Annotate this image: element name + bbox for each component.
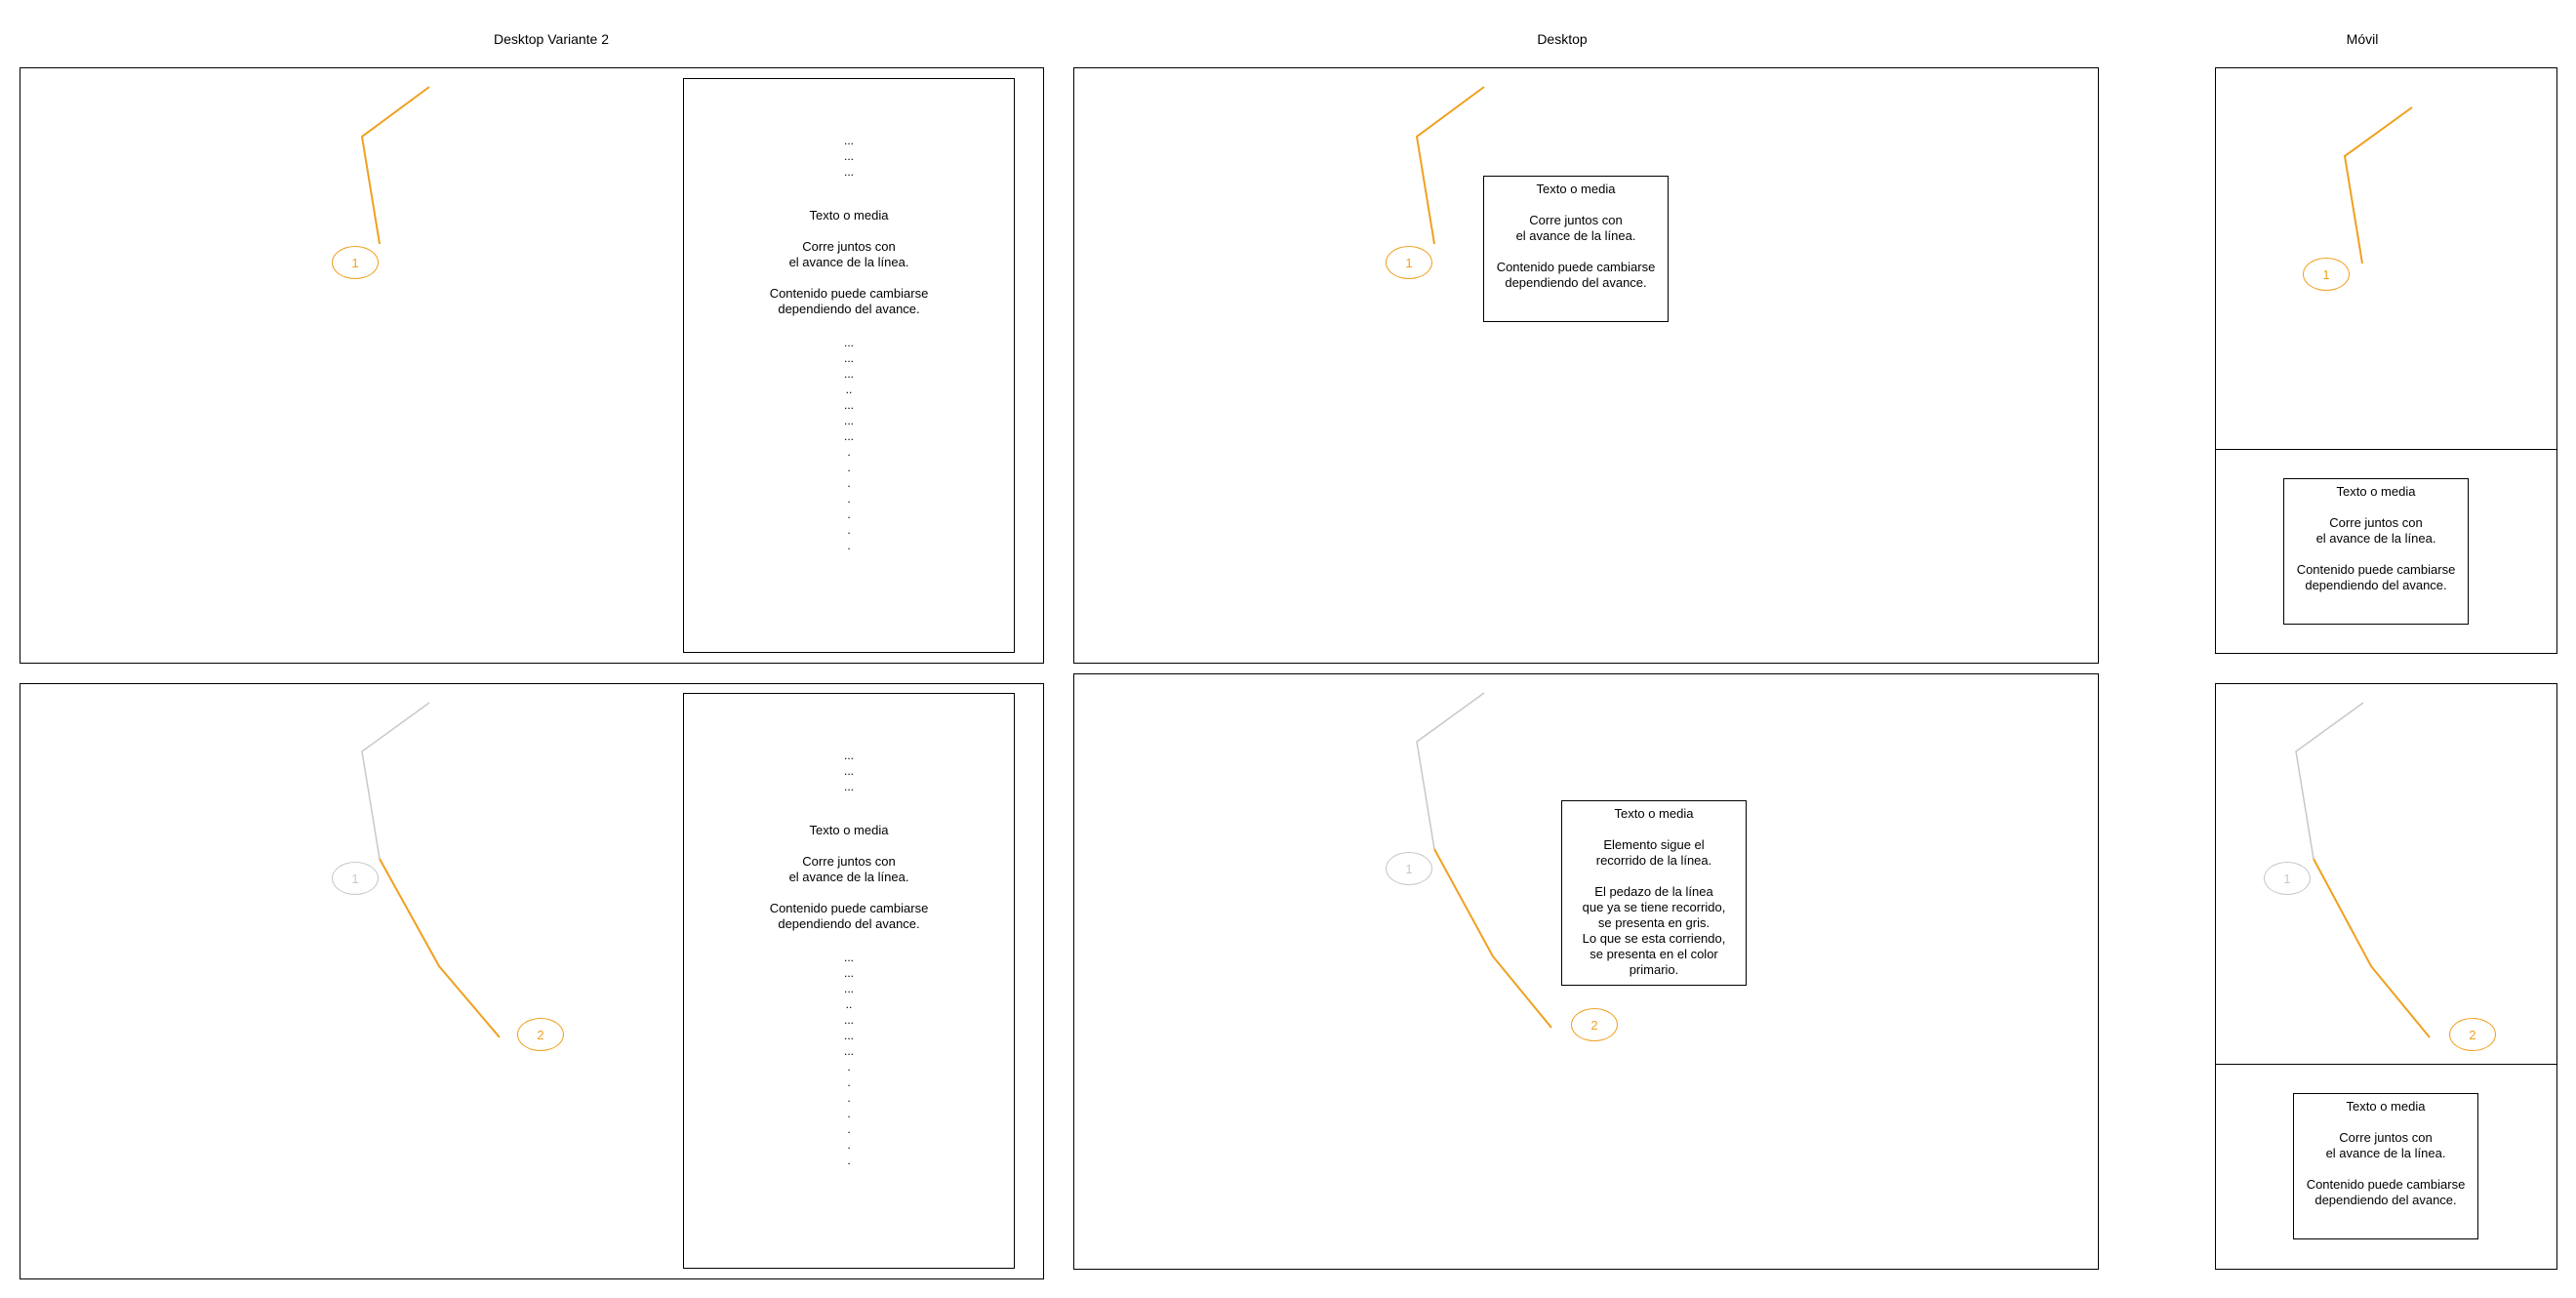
card-title: Texto o media (2346, 1099, 2426, 1114)
content-card: Texto o media Corre juntos con el avance… (2293, 1093, 2478, 1239)
card-text-1: Corre juntos con el avance de la línea. (1515, 213, 1636, 243)
side-panel: ... ... ... Texto o media Corre juntos c… (683, 693, 1015, 1269)
card-text-1: Corre juntos con el avance de la línea. (788, 854, 909, 884)
side-panel: ... ... ... Texto o media Corre juntos c… (683, 78, 1015, 653)
ellipsis-bottom: ... ... ... .. ... ... ... . . . . . . . (843, 951, 854, 1167)
card-title: Texto o media (809, 208, 889, 223)
frame-desktop-step1 (1073, 67, 2099, 664)
step-marker-1-done[interactable]: 1 (2264, 862, 2311, 895)
card-text-2: Contenido puede cambiarse dependiendo de… (1496, 260, 1656, 290)
content-card: Texto o media Corre juntos con el avance… (1483, 176, 1669, 322)
card-title: Texto o media (1536, 182, 1616, 196)
step-marker-2[interactable]: 2 (1571, 1008, 1618, 1041)
content-card: Texto o media Corre juntos con el avance… (2283, 478, 2469, 625)
column-title-movil: Móvil (2346, 31, 2379, 47)
ellipsis-top: ... ... ... (843, 749, 854, 793)
step-marker-1-done[interactable]: 1 (1386, 852, 1432, 885)
card-text-2: Contenido puede cambiarse dependiendo de… (2306, 1177, 2466, 1207)
mobile-divider-step2 (2215, 1064, 2557, 1065)
card-title: Texto o media (1614, 806, 1694, 821)
ellipsis-top: ... ... ... (843, 134, 854, 179)
card-text-1: Corre juntos con el avance de la línea. (2325, 1130, 2446, 1160)
card-title: Texto o media (809, 823, 889, 837)
mobile-divider-step1 (2215, 449, 2557, 450)
card-text-2: El pedazo de la línea que ya se tiene re… (1582, 884, 1726, 977)
column-title-desktop-variante-2: Desktop Variante 2 (493, 31, 610, 47)
card-text-2: Contenido puede cambiarse dependiendo de… (769, 901, 929, 931)
card-text-1: Elemento sigue el recorrido de la línea. (1595, 837, 1712, 868)
card-text-2: Contenido puede cambiarse dependiendo de… (2296, 562, 2456, 592)
card-text-1: Corre juntos con el avance de la línea. (2315, 515, 2436, 546)
step-marker-1[interactable]: 1 (2303, 258, 2350, 291)
step-marker-1[interactable]: 1 (332, 246, 379, 279)
card-text-1: Corre juntos con el avance de la línea. (788, 239, 909, 269)
step-marker-1-done[interactable]: 1 (332, 862, 379, 895)
step-marker-1[interactable]: 1 (1386, 246, 1432, 279)
column-title-desktop: Desktop (1537, 31, 1588, 47)
content-card-follow: Texto o media Elemento sigue el recorrid… (1561, 800, 1747, 986)
step-marker-2[interactable]: 2 (517, 1018, 564, 1051)
card-text-2: Contenido puede cambiarse dependiendo de… (769, 286, 929, 316)
card-title: Texto o media (2336, 484, 2416, 499)
ellipsis-bottom: ... ... ... .. ... ... ... . . . . . . . (843, 336, 854, 552)
step-marker-2[interactable]: 2 (2449, 1018, 2496, 1051)
